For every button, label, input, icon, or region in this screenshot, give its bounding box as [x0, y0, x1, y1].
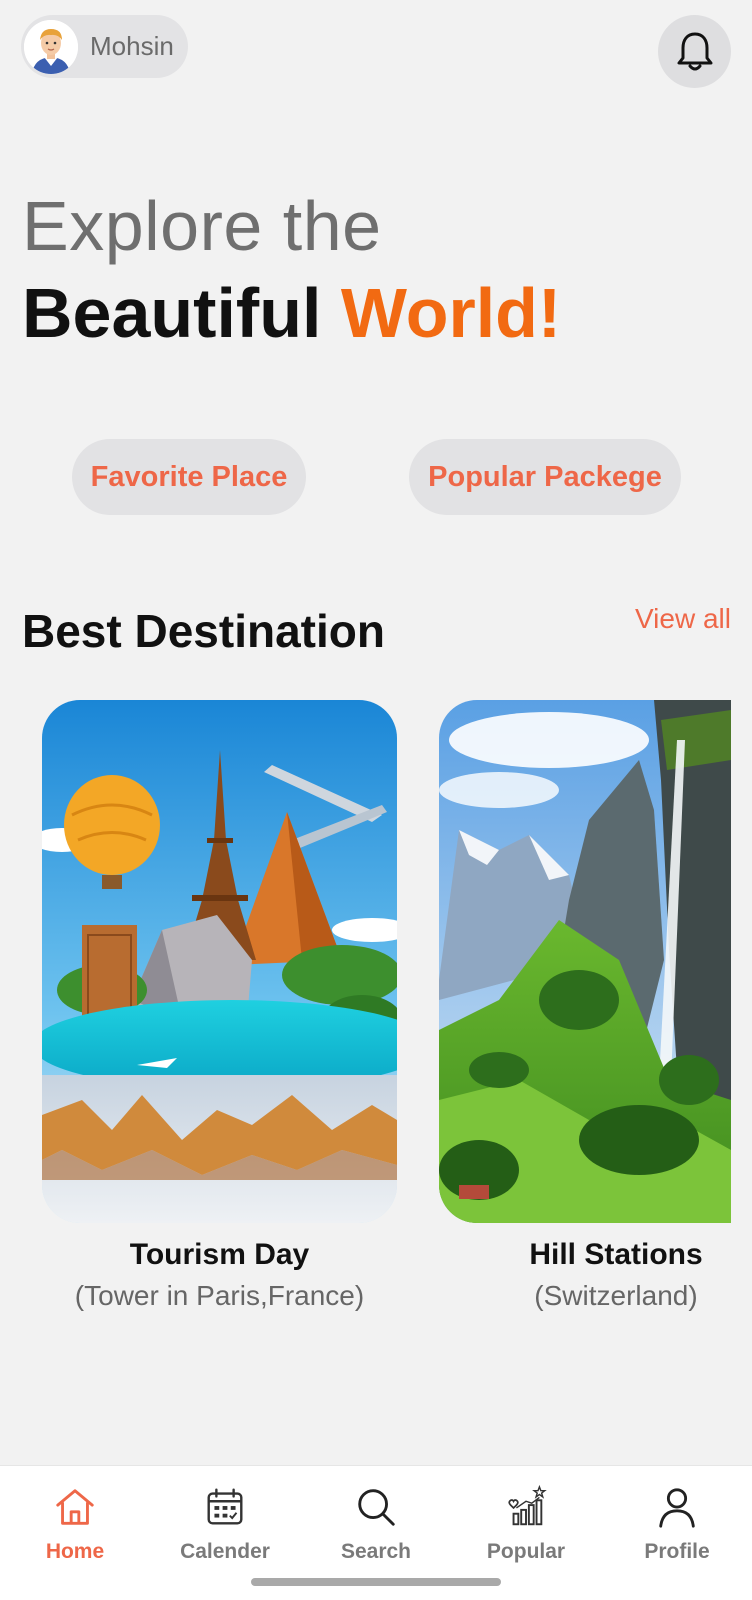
- favorite-place-button[interactable]: Favorite Place: [72, 439, 306, 515]
- nav-item-home[interactable]: Home: [10, 1484, 140, 1579]
- nav-item-profile[interactable]: Profile: [612, 1484, 742, 1579]
- nav-label: Home: [45, 1540, 105, 1563]
- calendar-icon: [207, 1488, 243, 1525]
- section-title: Best Destination: [22, 605, 385, 657]
- username: Mohsin: [90, 31, 174, 61]
- hero-title-main: Beautiful: [22, 274, 341, 352]
- popular-icon: [508, 1484, 547, 1526]
- destination-card-image-switzerland[interactable]: [439, 700, 731, 1223]
- hero-title-line1: Explore the: [22, 187, 382, 265]
- destination-subtitle: (Tower in Paris,France): [74, 1280, 365, 1311]
- nav-label: Calender: [180, 1540, 270, 1563]
- hero-title-line2: Beautiful World!: [22, 273, 561, 353]
- nav-item-calendar[interactable]: Calender: [160, 1484, 290, 1579]
- view-all-link[interactable]: View all: [635, 603, 731, 635]
- hero-title-accent: World!: [340, 274, 562, 352]
- avatar: [24, 19, 78, 74]
- nav-label: Search: [340, 1540, 412, 1563]
- profile-icon: [659, 1488, 695, 1528]
- search-icon: [358, 1489, 395, 1526]
- destination-card-image-paris[interactable]: [42, 700, 397, 1223]
- destination-subtitle: (Switzerland): [534, 1280, 698, 1311]
- home-icon: [56, 1489, 94, 1525]
- nav-label: Profile: [644, 1540, 710, 1563]
- bell-icon: [677, 32, 712, 70]
- notification-button[interactable]: [658, 15, 731, 88]
- destination-title: Tourism Day: [129, 1238, 310, 1271]
- destination-title: Hill Stations: [529, 1238, 703, 1271]
- popular-package-button[interactable]: Popular Packege: [409, 439, 681, 515]
- nav-item-search[interactable]: Search: [311, 1484, 441, 1579]
- profile-chip[interactable]: Mohsin: [21, 15, 188, 78]
- home-indicator[interactable]: [251, 1578, 501, 1586]
- nav-label: Popular: [486, 1540, 566, 1563]
- nav-item-popular[interactable]: Popular: [461, 1484, 591, 1579]
